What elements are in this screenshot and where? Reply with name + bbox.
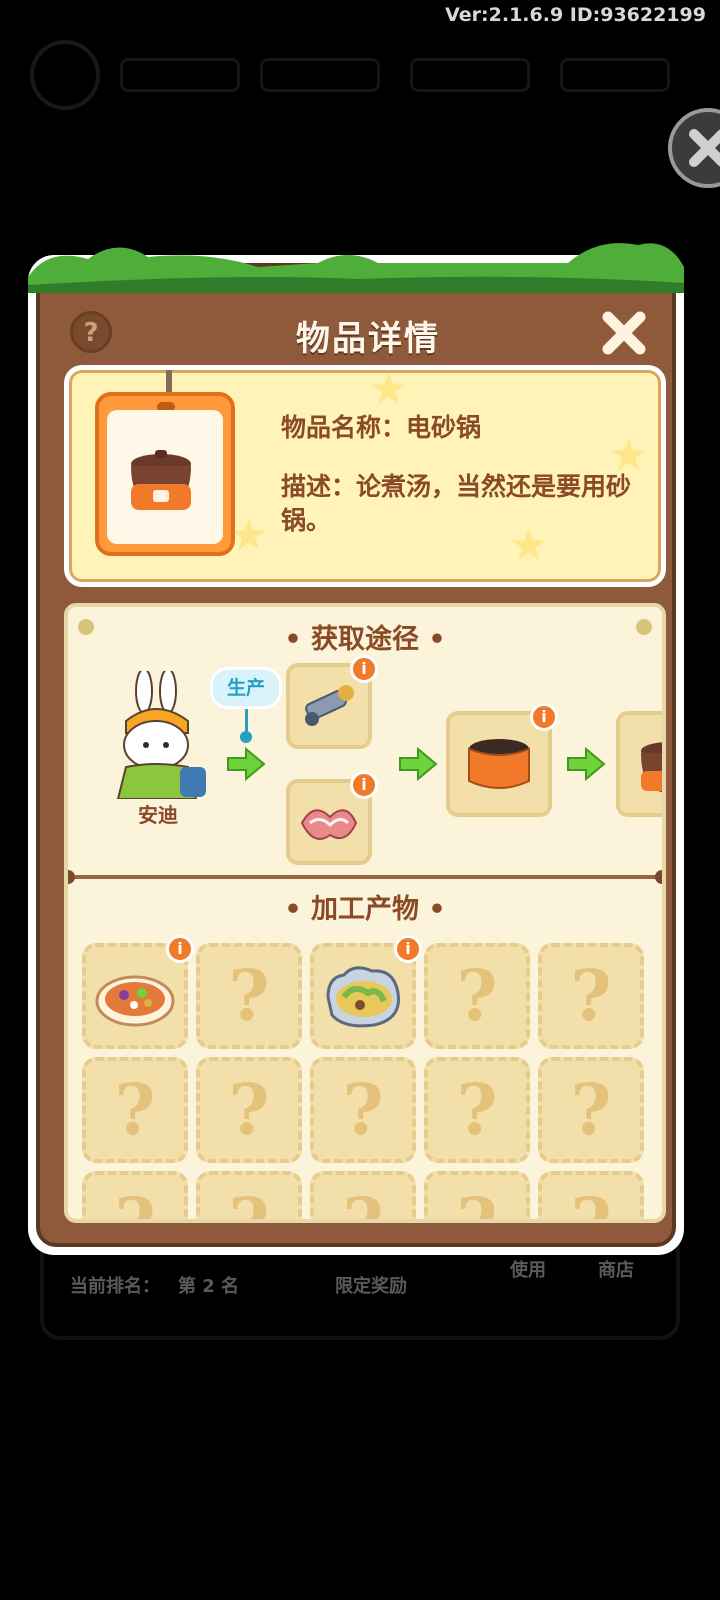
bullet-dot: • <box>419 624 446 655</box>
cabbage-soup-icon <box>326 966 400 1028</box>
rank-label: 当前排名： <box>70 1276 160 1297</box>
bg-button-use: 使用 <box>510 1260 546 1281</box>
details-parchment: • 获取途径 • 安迪 生产 i i i • 加工产物 • i ? i ? ? … <box>64 603 666 1223</box>
question-mark-icon: ? <box>570 954 612 1037</box>
info-badge[interactable]: i <box>530 703 558 731</box>
resource-counter <box>260 58 380 92</box>
ingredient-slot[interactable]: i <box>286 771 378 865</box>
arrow-right-icon <box>567 747 606 781</box>
unknown-product-slot: ? <box>82 1171 188 1219</box>
question-mark-icon: ? <box>428 1175 526 1219</box>
dialog-close-button[interactable] <box>598 307 650 359</box>
question-mark-icon: ? <box>456 954 498 1037</box>
intermediate-item-slot[interactable]: i <box>446 703 558 817</box>
resource-counter <box>410 58 530 92</box>
item-tag <box>95 392 235 556</box>
unknown-product-slot: ? <box>424 1057 530 1163</box>
unknown-product-slot: ? <box>424 943 530 1049</box>
character-name: 安迪 <box>138 803 178 827</box>
grass-decoration <box>28 243 684 293</box>
item-description: 描述：论煮汤，当然还是要用砂锅。 <box>281 472 632 535</box>
unknown-product-slot: ? <box>538 1171 644 1219</box>
level-badge <box>30 40 100 110</box>
info-badge[interactable]: i <box>394 935 422 963</box>
question-mark-icon: ? <box>228 954 270 1037</box>
unknown-product-slot: ? <box>538 1057 644 1163</box>
unknown-product-slot: ? <box>196 943 302 1049</box>
info-badge[interactable]: i <box>166 935 194 963</box>
dialog-body: ? 物品详情 ★ ★ ★ ★ 物品名称：电砂锅 描述：论煮汤，当然还是要用砂锅。… <box>28 243 684 1247</box>
resource-counter <box>120 58 240 92</box>
item-detail-dialog: ? 物品详情 ★ ★ ★ ★ 物品名称：电砂锅 描述：论煮汤，当然还是要用砂锅。… <box>28 243 684 1255</box>
acquire-section-title: • 获取途径 • <box>68 617 662 656</box>
bullet-dot: • <box>284 894 311 925</box>
close-icon <box>602 311 646 355</box>
question-mark-icon: ? <box>200 1175 298 1219</box>
produce-connector-dot <box>240 731 252 743</box>
acquire-title-text: 获取途径 <box>311 624 419 655</box>
unknown-product-slot: ? <box>310 1057 416 1163</box>
bullet-dot: • <box>284 624 311 655</box>
products-section-title: • 加工产物 • <box>68 887 662 926</box>
ingredient-slot[interactable]: i <box>286 655 378 749</box>
unknown-product-slot: ? <box>424 1171 530 1219</box>
question-mark-icon: ? <box>542 1175 640 1219</box>
produce-label: 生产 <box>210 667 282 709</box>
unknown-product-slot: ? <box>82 1057 188 1163</box>
product-slot[interactable]: i <box>82 935 194 1049</box>
character-andy-avatar[interactable] <box>106 671 210 799</box>
bullet-dot: • <box>419 894 446 925</box>
question-mark-icon: ? <box>314 1175 412 1219</box>
info-badge[interactable]: i <box>350 655 378 683</box>
question-mark-icon: ? <box>86 1175 184 1219</box>
question-mark-icon: ? <box>228 1068 270 1151</box>
question-mark-icon: ? <box>114 1068 156 1151</box>
electric-clay-pot-icon <box>131 450 191 510</box>
arrow-right-icon <box>227 747 266 781</box>
reward-label: 限定奖励 <box>335 1276 407 1297</box>
unknown-product-slot: ? <box>196 1057 302 1163</box>
question-mark-icon: ? <box>456 1068 498 1151</box>
question-mark-icon: ? <box>342 1068 384 1151</box>
unknown-product-slot: ? <box>310 1171 416 1219</box>
bg-button-shop: 商店 <box>598 1260 634 1281</box>
close-icon <box>689 129 720 167</box>
item-icon-frame <box>107 410 223 544</box>
orange-pot-icon <box>468 739 530 789</box>
info-badge[interactable]: i <box>350 771 378 799</box>
product-slot[interactable]: i <box>310 935 422 1049</box>
unknown-product-slot: ? <box>196 1171 302 1219</box>
unknown-product-slot: ? <box>538 943 644 1049</box>
item-info-card: ★ ★ ★ ★ 物品名称：电砂锅 描述：论煮汤，当然还是要用砂锅。 <box>64 365 666 587</box>
question-mark-icon: ? <box>570 1068 612 1151</box>
section-divider <box>68 870 662 884</box>
rank-value: 第 2 名 <box>178 1276 240 1297</box>
arrow-right-icon <box>399 747 438 781</box>
products-title-text: 加工产物 <box>311 894 419 925</box>
item-name: 物品名称：电砂锅 <box>281 413 482 442</box>
vegetable-stew-icon <box>95 975 175 1027</box>
final-item-slot[interactable] <box>616 711 662 817</box>
electric-clay-pot-icon <box>641 742 662 793</box>
hud-bar <box>20 40 700 110</box>
version-id-label: Ver:2.1.6.9 ID:93622199 <box>445 4 706 26</box>
resource-counter <box>560 58 670 92</box>
